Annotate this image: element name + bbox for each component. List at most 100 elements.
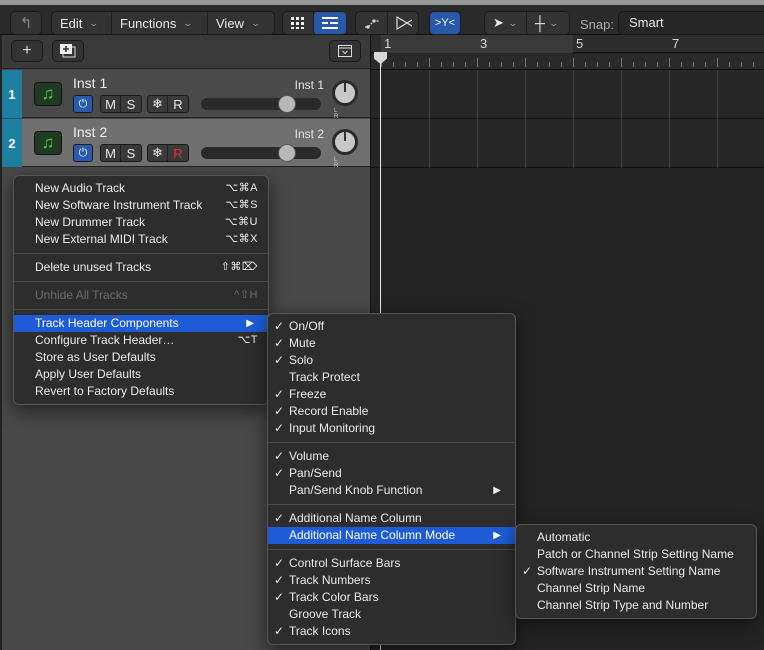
track-icon[interactable]: ♫	[34, 131, 62, 155]
menu-item-new-audio-track[interactable]: New Audio Track ⌥⌘A	[14, 180, 268, 197]
menu-item-groove-track[interactable]: Groove Track	[268, 606, 515, 623]
menu-item-record-enable[interactable]: ✓ Record Enable	[268, 403, 515, 420]
snap-select[interactable]: Smart	[618, 11, 764, 35]
menu-item-label: Software Instrument Setting Name	[537, 564, 721, 578]
track-lane[interactable]	[371, 119, 764, 168]
ruler-tick	[717, 58, 718, 67]
automation-curve-icon	[365, 19, 379, 29]
track-name[interactable]: Inst 2	[73, 124, 107, 140]
menu-item-label: Track Color Bars	[289, 590, 379, 604]
volume-slider-thumb[interactable]	[278, 95, 297, 113]
checkmark-icon: ✓	[274, 511, 285, 525]
view-menu[interactable]: View ⌄	[208, 12, 274, 34]
collapse-button[interactable]	[329, 40, 361, 62]
solo-button[interactable]: S	[121, 96, 141, 112]
menu-separator	[268, 504, 515, 505]
ruler-tick	[537, 62, 538, 67]
mute-button[interactable]: M	[101, 96, 121, 112]
bar-grid-line	[621, 119, 622, 168]
ruler-tick	[753, 62, 754, 67]
mute-button[interactable]: M	[101, 145, 121, 161]
track-icon[interactable]: ♫	[34, 82, 62, 106]
track-name[interactable]: Inst 1	[73, 75, 107, 91]
menu-item-track-protect[interactable]: Track Protect	[268, 369, 515, 386]
menu-item-new-software-instrument-track[interactable]: New Software Instrument Track ⌥⌘S	[14, 197, 268, 214]
menu-item-label: Record Enable	[289, 404, 369, 418]
menu-item-store-as-user-defaults[interactable]: Store as User Defaults	[14, 349, 268, 366]
checkmark-icon: ✓	[274, 590, 285, 604]
menu-item-label: Volume	[289, 449, 330, 463]
menu-item-on-off[interactable]: ✓ On/Off	[268, 318, 515, 335]
menu-item-new-external-midi-track[interactable]: New External MIDI Track ⌥⌘X	[14, 231, 268, 248]
volume-slider[interactable]	[201, 95, 321, 113]
menu-item-volume[interactable]: ✓ Volume	[268, 448, 515, 465]
snowflake-icon: ❄	[152, 145, 163, 160]
bar-ruler[interactable]: 1 3 5 7	[371, 35, 764, 53]
menu-item-channel-strip-name[interactable]: Channel Strip Name	[516, 580, 756, 597]
duplicate-track-button[interactable]	[52, 40, 84, 62]
back-button[interactable]: ↰	[10, 11, 42, 35]
freeze-button[interactable]: ❄	[148, 96, 168, 112]
menu-separator	[14, 309, 268, 310]
flex-button[interactable]	[388, 12, 420, 34]
ruler-tick	[501, 62, 502, 67]
pan-knob[interactable]	[332, 129, 358, 155]
on-off-button[interactable]: ⏻	[73, 144, 93, 162]
solo-button[interactable]: S	[121, 145, 141, 161]
track-row[interactable]: 2 ♫ Inst 2 Inst 2 ⏻ M S ❄ R L R	[2, 119, 370, 169]
menu-item-mute[interactable]: ✓ Mute	[268, 335, 515, 352]
menu-item-pan-send[interactable]: ✓ Pan/Send	[268, 465, 515, 482]
pan-knob[interactable]	[332, 80, 358, 106]
menu-item-solo[interactable]: ✓ Solo	[268, 352, 515, 369]
menu-item-channel-strip-type-and-number[interactable]: Channel Strip Type and Number	[516, 597, 756, 614]
secondary-tool-menu[interactable]: ┼ ⌄	[527, 12, 569, 34]
record-enable-button[interactable]: R	[168, 145, 188, 161]
functions-menu[interactable]: Functions ⌄	[112, 12, 208, 34]
menu-item-software-instrument-setting-name[interactable]: ✓ Software Instrument Setting Name	[516, 563, 756, 580]
menu-item-label: On/Off	[289, 319, 325, 333]
menu-item-apply-user-defaults[interactable]: Apply User Defaults	[14, 366, 268, 383]
keyboard-shortcut: ⌥⌘U	[224, 216, 258, 228]
submenu-arrow-icon: ▶	[493, 530, 501, 541]
menu-item-control-surface-bars[interactable]: ✓ Control Surface Bars	[268, 555, 515, 572]
menu-item-delete-unused-tracks[interactable]: Delete unused Tracks ⇧⌘⌦	[14, 259, 268, 276]
automation-button[interactable]	[356, 12, 388, 34]
menu-item-automatic[interactable]: Automatic	[516, 529, 756, 546]
track-lane[interactable]	[371, 70, 764, 119]
volume-slider-thumb[interactable]	[278, 144, 297, 162]
freeze-button[interactable]: ❄	[148, 145, 168, 161]
menu-item-track-icons[interactable]: ✓ Track Icons	[268, 623, 515, 640]
checkmark-icon: ✓	[274, 466, 285, 480]
list-view-button[interactable]	[314, 12, 346, 34]
menu-item-additional-name-column-mode[interactable]: Additional Name Column Mode ▶	[268, 527, 515, 544]
menu-item-configure-track-header[interactable]: Configure Track Header… ⌥T	[14, 332, 268, 349]
pointer-tool-menu[interactable]: ➤ ⌄	[485, 12, 528, 34]
menu-item-track-color-bars[interactable]: ✓ Track Color Bars	[268, 589, 515, 606]
menu-item-revert-to-factory-defaults[interactable]: Revert to Factory Defaults	[14, 383, 268, 400]
menu-item-label: New Drummer Track	[35, 215, 146, 229]
bar-grid-line	[669, 70, 670, 119]
edit-menu[interactable]: Edit ⌄	[52, 12, 112, 34]
freeze-record-group: ❄ R	[147, 144, 189, 162]
add-track-button[interactable]: +	[11, 40, 43, 62]
volume-slider[interactable]	[201, 144, 321, 162]
catch-playhead-button[interactable]: >Y<	[429, 11, 461, 35]
menu-item-input-monitoring[interactable]: ✓ Input Monitoring	[268, 420, 515, 437]
bar-number: 3	[480, 36, 488, 51]
menu-item-new-drummer-track[interactable]: New Drummer Track ⌥⌘U	[14, 214, 268, 231]
menu-item-track-numbers[interactable]: ✓ Track Numbers	[268, 572, 515, 589]
cycle-region[interactable]	[381, 35, 573, 53]
menu-item-pan-send-knob-function[interactable]: Pan/Send Knob Function ▶	[268, 482, 515, 499]
ruler-ticks[interactable]	[371, 54, 764, 70]
checkmark-icon: ✓	[274, 319, 285, 333]
chevron-down-icon: ⌄	[250, 17, 262, 28]
menu-item-track-header-components[interactable]: Track Header Components ▶	[14, 315, 268, 332]
menu-item-label: Delete unused Tracks	[35, 260, 152, 274]
menu-item-freeze[interactable]: ✓ Freeze	[268, 386, 515, 403]
record-enable-button[interactable]: R	[168, 96, 188, 112]
grid-view-button[interactable]	[283, 12, 314, 34]
menu-item-patch-or-channel-strip-setting-name[interactable]: Patch or Channel Strip Setting Name	[516, 546, 756, 563]
track-row[interactable]: 1 ♫ Inst 1 Inst 1 ⏻ M S ❄ R L R	[2, 70, 370, 120]
on-off-button[interactable]: ⏻	[73, 95, 93, 113]
menu-item-additional-name-column[interactable]: ✓ Additional Name Column	[268, 510, 515, 527]
